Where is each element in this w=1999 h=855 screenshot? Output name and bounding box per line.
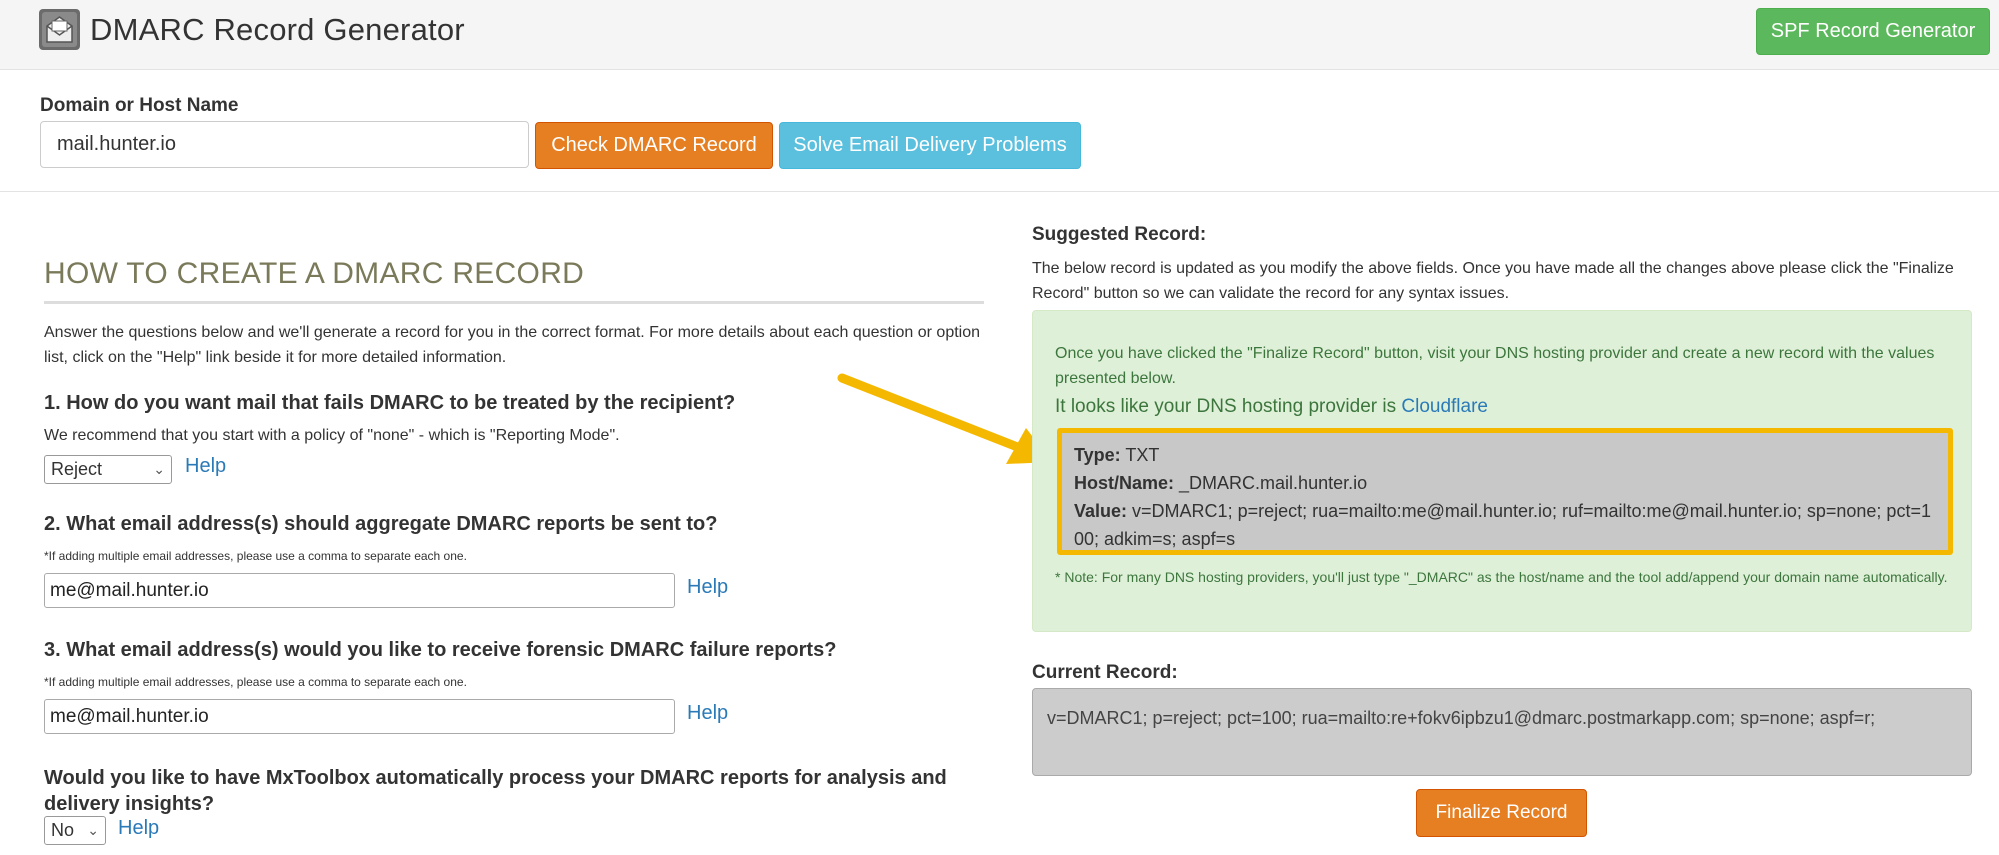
divider xyxy=(44,301,984,304)
record-value-row: Value: v=DMARC1; p=reject; rua=mailto:me… xyxy=(1074,497,1936,553)
record-host-label: Host/Name: xyxy=(1074,473,1175,493)
dns-provider-line: It looks like your DNS hosting provider … xyxy=(1055,396,1488,418)
current-record-title: Current Record: xyxy=(1032,662,1178,683)
suggested-record-title: Suggested Record: xyxy=(1032,224,1207,245)
question-2-label: 2. What email address(s) should aggregat… xyxy=(44,513,718,535)
finalize-record-button[interactable]: Finalize Record xyxy=(1416,789,1587,837)
question-3-note: *If adding multiple email addresses, ple… xyxy=(44,675,467,689)
envelope-icon xyxy=(39,9,80,50)
forensic-email-value: me@mail.hunter.io xyxy=(50,706,209,727)
aggregate-email-input[interactable]: me@mail.hunter.io xyxy=(44,573,675,608)
auto-process-select[interactable]: No ⌄ xyxy=(44,816,106,845)
record-type-row: Type: TXT xyxy=(1074,441,1936,469)
section-title: HOW TO CREATE A DMARC RECORD xyxy=(44,257,585,290)
current-record-box: v=DMARC1; p=reject; pct=100; rua=mailto:… xyxy=(1032,688,1972,776)
suggested-record-description: The below record is updated as you modif… xyxy=(1032,260,1954,302)
help-link-2[interactable]: Help xyxy=(687,576,728,599)
app-title: DMARC Record Generator xyxy=(90,12,465,47)
record-type-value: TXT xyxy=(1125,445,1160,465)
domain-label: Domain or Host Name xyxy=(40,95,239,116)
dns-note: * Note: For many DNS hosting providers, … xyxy=(1055,569,1948,585)
chevron-down-icon: ⌄ xyxy=(153,461,165,477)
domain-input[interactable]: mail.hunter.io xyxy=(40,121,529,168)
help-link-1[interactable]: Help xyxy=(185,455,226,478)
dns-provider-link[interactable]: Cloudflare xyxy=(1401,396,1488,417)
question-1-label: 1. How do you want mail that fails DMARC… xyxy=(44,392,736,414)
current-record-value: v=DMARC1; p=reject; pct=100; rua=mailto:… xyxy=(1047,708,1876,728)
domain-input-value: mail.hunter.io xyxy=(57,133,176,155)
top-bar: DMARC Record Generator SPF Record Genera… xyxy=(0,0,1999,70)
question-2-note: *If adding multiple email addresses, ple… xyxy=(44,549,467,563)
help-link-4[interactable]: Help xyxy=(118,817,159,840)
solve-email-delivery-button[interactable]: Solve Email Delivery Problems xyxy=(779,122,1081,169)
policy-select[interactable]: Reject ⌄ xyxy=(44,455,172,484)
record-host-value: _DMARC.mail.hunter.io xyxy=(1179,473,1368,493)
instructions-text: Once you have clicked the "Finalize Reco… xyxy=(1055,345,1935,387)
question-4-label: Would you like to have MxToolbox automat… xyxy=(44,767,947,815)
aggregate-email-value: me@mail.hunter.io xyxy=(50,580,209,601)
arrow-icon xyxy=(837,373,1052,464)
record-host-row: Host/Name: _DMARC.mail.hunter.io xyxy=(1074,469,1936,497)
policy-select-value: Reject xyxy=(51,459,103,479)
question-1-note: We recommend that you start with a polic… xyxy=(44,427,620,444)
record-value-value: v=DMARC1; p=reject; rua=mailto:me@mail.h… xyxy=(1074,501,1931,549)
record-values-box: Type: TXT Host/Name: _DMARC.mail.hunter.… xyxy=(1057,428,1953,555)
record-value-label: Value: xyxy=(1074,501,1128,521)
check-dmarc-record-button[interactable]: Check DMARC Record xyxy=(535,122,773,169)
suggested-record-panel: Once you have clicked the "Finalize Reco… xyxy=(1032,310,1972,632)
intro-text: Answer the questions below and we'll gen… xyxy=(44,324,981,366)
record-type-label: Type: xyxy=(1074,445,1121,465)
question-3-label: 3. What email address(s) would you like … xyxy=(44,639,837,661)
spf-record-generator-button[interactable]: SPF Record Generator xyxy=(1756,8,1990,55)
domain-search-bar: Domain or Host Name mail.hunter.io Check… xyxy=(0,71,1999,192)
forensic-email-input[interactable]: me@mail.hunter.io xyxy=(44,699,675,734)
dns-provider-prefix: It looks like your DNS hosting provider … xyxy=(1055,396,1402,417)
help-link-3[interactable]: Help xyxy=(687,702,728,725)
auto-process-select-value: No xyxy=(51,820,75,840)
chevron-down-icon: ⌄ xyxy=(87,822,99,838)
